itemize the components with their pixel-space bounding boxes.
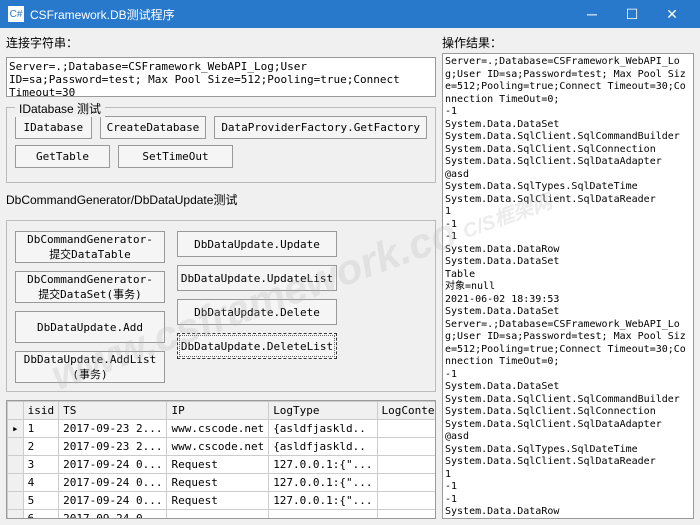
- minimize-button[interactable]: ─: [572, 0, 612, 28]
- commit-datatable-button[interactable]: DbCommandGenerator-提交DataTable: [15, 231, 165, 263]
- deletelist-button[interactable]: DbDataUpdate.DeleteList: [177, 333, 337, 359]
- grid-cell[interactable]: [377, 510, 436, 520]
- grid-cell[interactable]: 127.0.0.1:{"...: [269, 492, 377, 510]
- grid-cell[interactable]: 127.0.0.1:{"...: [269, 474, 377, 492]
- group-idatabase-title: IDatabase 测试: [15, 100, 105, 117]
- grid-cell[interactable]: 2017-09-24 0...: [59, 492, 167, 510]
- data-grid[interactable]: isidTSIPLogTypeLogContent ▸12017-09-23 2…: [6, 400, 436, 519]
- grid-cell[interactable]: 4: [23, 474, 59, 492]
- maximize-button[interactable]: ☐: [612, 0, 652, 28]
- grid-cell[interactable]: 2: [23, 438, 59, 456]
- conn-string-input[interactable]: Server=.;Database=CSFramework_WebAPI_Log…: [6, 57, 436, 97]
- group-idatabase: IDatabase 测试 IDatabase CreateDatabase Da…: [6, 107, 436, 183]
- grid-header[interactable]: TS: [59, 402, 167, 420]
- table-row[interactable]: 22017-09-23 2...www.cscode.net{asldfjask…: [8, 438, 437, 456]
- window-title: CSFramework.DB测试程序: [30, 6, 572, 23]
- table-row[interactable]: 52017-09-24 0...Request127.0.0.1:{"...: [8, 492, 437, 510]
- table-row[interactable]: 42017-09-24 0...Request127.0.0.1:{"...: [8, 474, 437, 492]
- grid-cell[interactable]: 2017-09-23 2...: [59, 420, 167, 438]
- group2-title: DbCommandGenerator/DbDataUpdate测试: [6, 191, 436, 208]
- update-button[interactable]: DbDataUpdate.Update: [177, 231, 337, 257]
- grid-cell[interactable]: 3: [23, 456, 59, 474]
- grid-cell[interactable]: [377, 456, 436, 474]
- grid-header[interactable]: LogType: [269, 402, 377, 420]
- grid-cell[interactable]: Request: [167, 456, 269, 474]
- grid-cell[interactable]: [377, 420, 436, 438]
- grid-cell[interactable]: 2017-09-24 0...: [59, 474, 167, 492]
- settimeout-button[interactable]: SetTimeOut: [118, 145, 233, 168]
- grid-cell[interactable]: [167, 510, 269, 520]
- grid-cell[interactable]: {asldfjaskld..: [269, 420, 377, 438]
- result-output[interactable]: Server=.;Database=CSFramework_WebAPI_Log…: [442, 53, 694, 519]
- grid-cell[interactable]: [377, 438, 436, 456]
- conn-label: 连接字符串：: [6, 34, 436, 51]
- table-row[interactable]: 62017-09-24 0...: [8, 510, 437, 520]
- createdatabase-button[interactable]: CreateDatabase: [100, 116, 207, 139]
- grid-cell[interactable]: {asldfjaskld..: [269, 438, 377, 456]
- updatelist-button[interactable]: DbDataUpdate.UpdateList: [177, 265, 337, 291]
- grid-cell[interactable]: Request: [167, 492, 269, 510]
- grid-cell[interactable]: [269, 510, 377, 520]
- result-label: 操作结果：: [442, 34, 694, 51]
- idatabase-button[interactable]: IDatabase: [15, 116, 92, 139]
- grid-cell[interactable]: 2017-09-24 0...: [59, 456, 167, 474]
- gettable-button[interactable]: GetTable: [15, 145, 110, 168]
- group-dbcommand: DbCommandGenerator-提交DataTable DbCommand…: [6, 220, 436, 392]
- app-icon: C#: [8, 6, 24, 22]
- grid-cell[interactable]: www.cscode.net: [167, 438, 269, 456]
- grid-cell[interactable]: 1: [23, 420, 59, 438]
- titlebar: C# CSFramework.DB测试程序 ─ ☐ ✕: [0, 0, 700, 28]
- grid-cell[interactable]: 2017-09-23 2...: [59, 438, 167, 456]
- grid-cell[interactable]: www.cscode.net: [167, 420, 269, 438]
- grid-cell[interactable]: 5: [23, 492, 59, 510]
- commit-dataset-button[interactable]: DbCommandGenerator-提交DataSet(事务): [15, 271, 165, 303]
- table-row[interactable]: ▸12017-09-23 2...www.cscode.net{asldfjas…: [8, 420, 437, 438]
- grid-cell[interactable]: 127.0.0.1:{"...: [269, 456, 377, 474]
- getfactory-button[interactable]: DataProviderFactory.GetFactory: [214, 116, 427, 139]
- table-row[interactable]: 32017-09-24 0...Request127.0.0.1:{"...: [8, 456, 437, 474]
- add-button[interactable]: DbDataUpdate.Add: [15, 311, 165, 343]
- delete-button[interactable]: DbDataUpdate.Delete: [177, 299, 337, 325]
- grid-cell[interactable]: [377, 492, 436, 510]
- grid-cell[interactable]: 6: [23, 510, 59, 520]
- grid-header[interactable]: isid: [23, 402, 59, 420]
- grid-header[interactable]: LogContent: [377, 402, 436, 420]
- grid-cell[interactable]: 2017-09-24 0...: [59, 510, 167, 520]
- close-button[interactable]: ✕: [652, 0, 692, 28]
- grid-cell[interactable]: Request: [167, 474, 269, 492]
- addlist-button[interactable]: DbDataUpdate.AddList (事务): [15, 351, 165, 383]
- grid-cell[interactable]: [377, 474, 436, 492]
- grid-header[interactable]: IP: [167, 402, 269, 420]
